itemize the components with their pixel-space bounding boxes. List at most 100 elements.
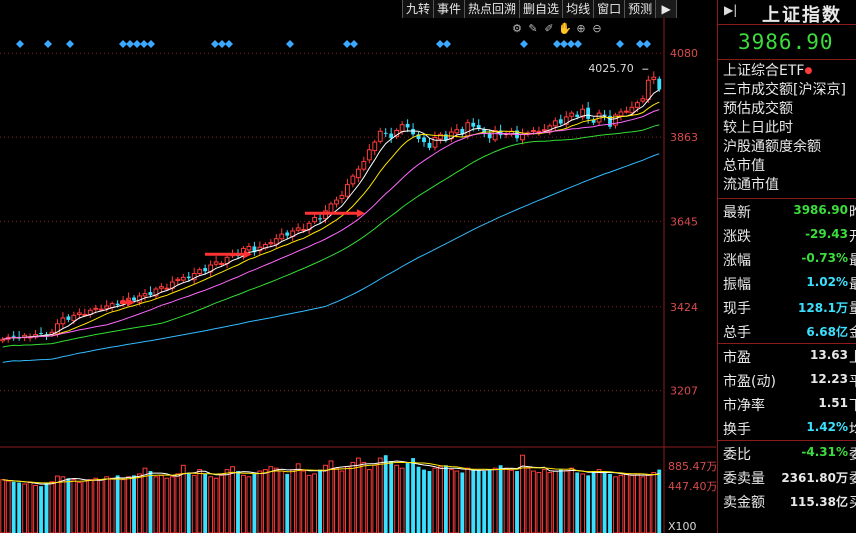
volume-bar bbox=[148, 471, 153, 533]
volume-bar bbox=[438, 466, 443, 533]
event-diamond-marker bbox=[350, 40, 358, 48]
quote-extra-label: 开 bbox=[849, 226, 856, 246]
candle-body bbox=[624, 110, 629, 113]
quote-row: 委卖量 2361.80万委 bbox=[718, 465, 856, 489]
quote-label: 市净率 bbox=[723, 398, 765, 414]
volume-bar bbox=[558, 469, 563, 533]
hand-icon[interactable]: ✋ bbox=[558, 22, 572, 36]
event-diamond-marker bbox=[343, 40, 351, 48]
volume-bar bbox=[60, 476, 66, 533]
quote-row: 换手 1.42%均 bbox=[718, 416, 856, 441]
info-row-etf[interactable]: 上证综合ETF● bbox=[723, 62, 856, 81]
candle-body bbox=[295, 227, 301, 231]
high-price-label: 4025.70 bbox=[588, 62, 634, 75]
event-diamond-marker bbox=[140, 40, 148, 48]
event-diamond-marker bbox=[553, 40, 561, 48]
volume-bar bbox=[39, 486, 43, 533]
candle-body bbox=[268, 242, 274, 245]
volume-bar bbox=[224, 469, 230, 533]
quote-label: 卖金额 bbox=[723, 495, 765, 511]
candle-body bbox=[536, 130, 542, 133]
volume-bar bbox=[301, 470, 307, 533]
expand-arrow-icon[interactable]: ▶| bbox=[724, 3, 737, 17]
candle-body bbox=[98, 308, 104, 311]
zoom-in-icon[interactable]: ⊕ bbox=[574, 22, 588, 36]
volume-bar bbox=[422, 469, 426, 533]
quote-extra-label: 平 bbox=[849, 371, 856, 391]
event-diamond-marker bbox=[643, 40, 651, 48]
candle-body bbox=[427, 142, 432, 148]
volume-bar bbox=[142, 467, 148, 533]
volume-bar bbox=[49, 481, 55, 533]
quote-label: 现手 bbox=[723, 301, 751, 317]
draw-icon[interactable]: ✐ bbox=[542, 22, 556, 36]
volume-bar bbox=[241, 474, 246, 533]
candle-body bbox=[203, 268, 208, 272]
volume-bar bbox=[361, 461, 367, 533]
volume-bar bbox=[98, 479, 104, 533]
volume-bar bbox=[613, 476, 618, 533]
candle-body bbox=[142, 293, 148, 297]
candle-body bbox=[39, 333, 43, 335]
volume-bar bbox=[383, 455, 388, 533]
settings-icon[interactable]: ⚙ bbox=[510, 22, 524, 36]
info-row-turnover: 三市成交额[沪深京] bbox=[723, 82, 846, 98]
quote-value: 12.23 bbox=[810, 372, 848, 386]
volume-bar bbox=[591, 471, 596, 533]
window-button[interactable]: 窗口 bbox=[593, 0, 625, 18]
quote-value: 115.38亿 bbox=[789, 495, 848, 509]
volume-bar bbox=[44, 482, 49, 533]
volume-bar bbox=[55, 475, 60, 533]
ma60-line bbox=[2, 153, 660, 363]
pen-icon[interactable]: ✎ bbox=[526, 22, 540, 36]
candle-body bbox=[454, 129, 460, 134]
events-button[interactable]: 事件 bbox=[433, 0, 465, 18]
quote-value: 1.42% bbox=[806, 420, 848, 434]
volume-bar bbox=[618, 474, 624, 533]
volume-bar bbox=[137, 473, 142, 533]
volume-bar bbox=[394, 464, 400, 533]
volume-bar bbox=[246, 476, 252, 533]
volume-bar bbox=[541, 469, 547, 533]
quote-extra-label: 下 bbox=[849, 395, 856, 415]
annotation-arrowhead bbox=[357, 209, 365, 218]
volume-bar bbox=[290, 469, 296, 533]
price-tick-label: 4080 bbox=[670, 47, 698, 60]
candle-body bbox=[558, 119, 563, 124]
quote-value: 3986.90 bbox=[793, 203, 848, 217]
event-diamond-marker bbox=[211, 40, 219, 48]
zoom-out-icon[interactable]: ⊖ bbox=[590, 22, 604, 36]
current-price-box: 3986.90 bbox=[718, 25, 856, 60]
price-tick-label: 3645 bbox=[670, 215, 698, 228]
event-diamond-marker bbox=[16, 40, 24, 48]
info-row-hk-quota: 沪股通额度余额 bbox=[723, 139, 821, 155]
nine-turn-button[interactable]: 九转 bbox=[402, 0, 434, 18]
volume-bar bbox=[596, 469, 602, 533]
quote-row: 市盈 13.63上 bbox=[718, 344, 856, 368]
quote-extra-label: 委 bbox=[849, 468, 856, 488]
volume-bar bbox=[377, 457, 383, 533]
quote-value: 128.1万 bbox=[798, 301, 848, 315]
info-row-market-cap: 总市值 bbox=[723, 158, 765, 174]
quote-row: 市净率 1.51下 bbox=[718, 392, 856, 416]
kline-chart[interactable]: 4080 3863 3645 3424 3207 885.47万 447.40万 X100 40… bbox=[0, 0, 716, 533]
remove-watchlist-button[interactable]: 删自选 bbox=[519, 0, 563, 18]
forecast-button[interactable]: 预测 bbox=[624, 0, 656, 18]
candle-body bbox=[541, 129, 547, 132]
candle-body bbox=[443, 134, 448, 141]
volume-bar bbox=[465, 467, 471, 533]
hotspot-replay-button[interactable]: 热点回溯 bbox=[464, 0, 520, 18]
candle-body bbox=[372, 141, 378, 152]
moving-average-button[interactable]: 均线 bbox=[562, 0, 594, 18]
candle-body bbox=[273, 238, 279, 245]
volume-bar bbox=[115, 475, 120, 533]
candle-body bbox=[164, 287, 170, 290]
panel-header: ▶| 上证指数 bbox=[718, 0, 856, 26]
quote-label: 最新 bbox=[723, 205, 751, 221]
candle-body bbox=[377, 130, 383, 142]
quote-extra-label: 均 bbox=[849, 419, 856, 439]
play-icon[interactable]: ▶ bbox=[655, 0, 678, 18]
volume-bar bbox=[509, 469, 514, 533]
alert-dot-icon: ● bbox=[804, 66, 813, 76]
candle-body bbox=[552, 120, 558, 127]
